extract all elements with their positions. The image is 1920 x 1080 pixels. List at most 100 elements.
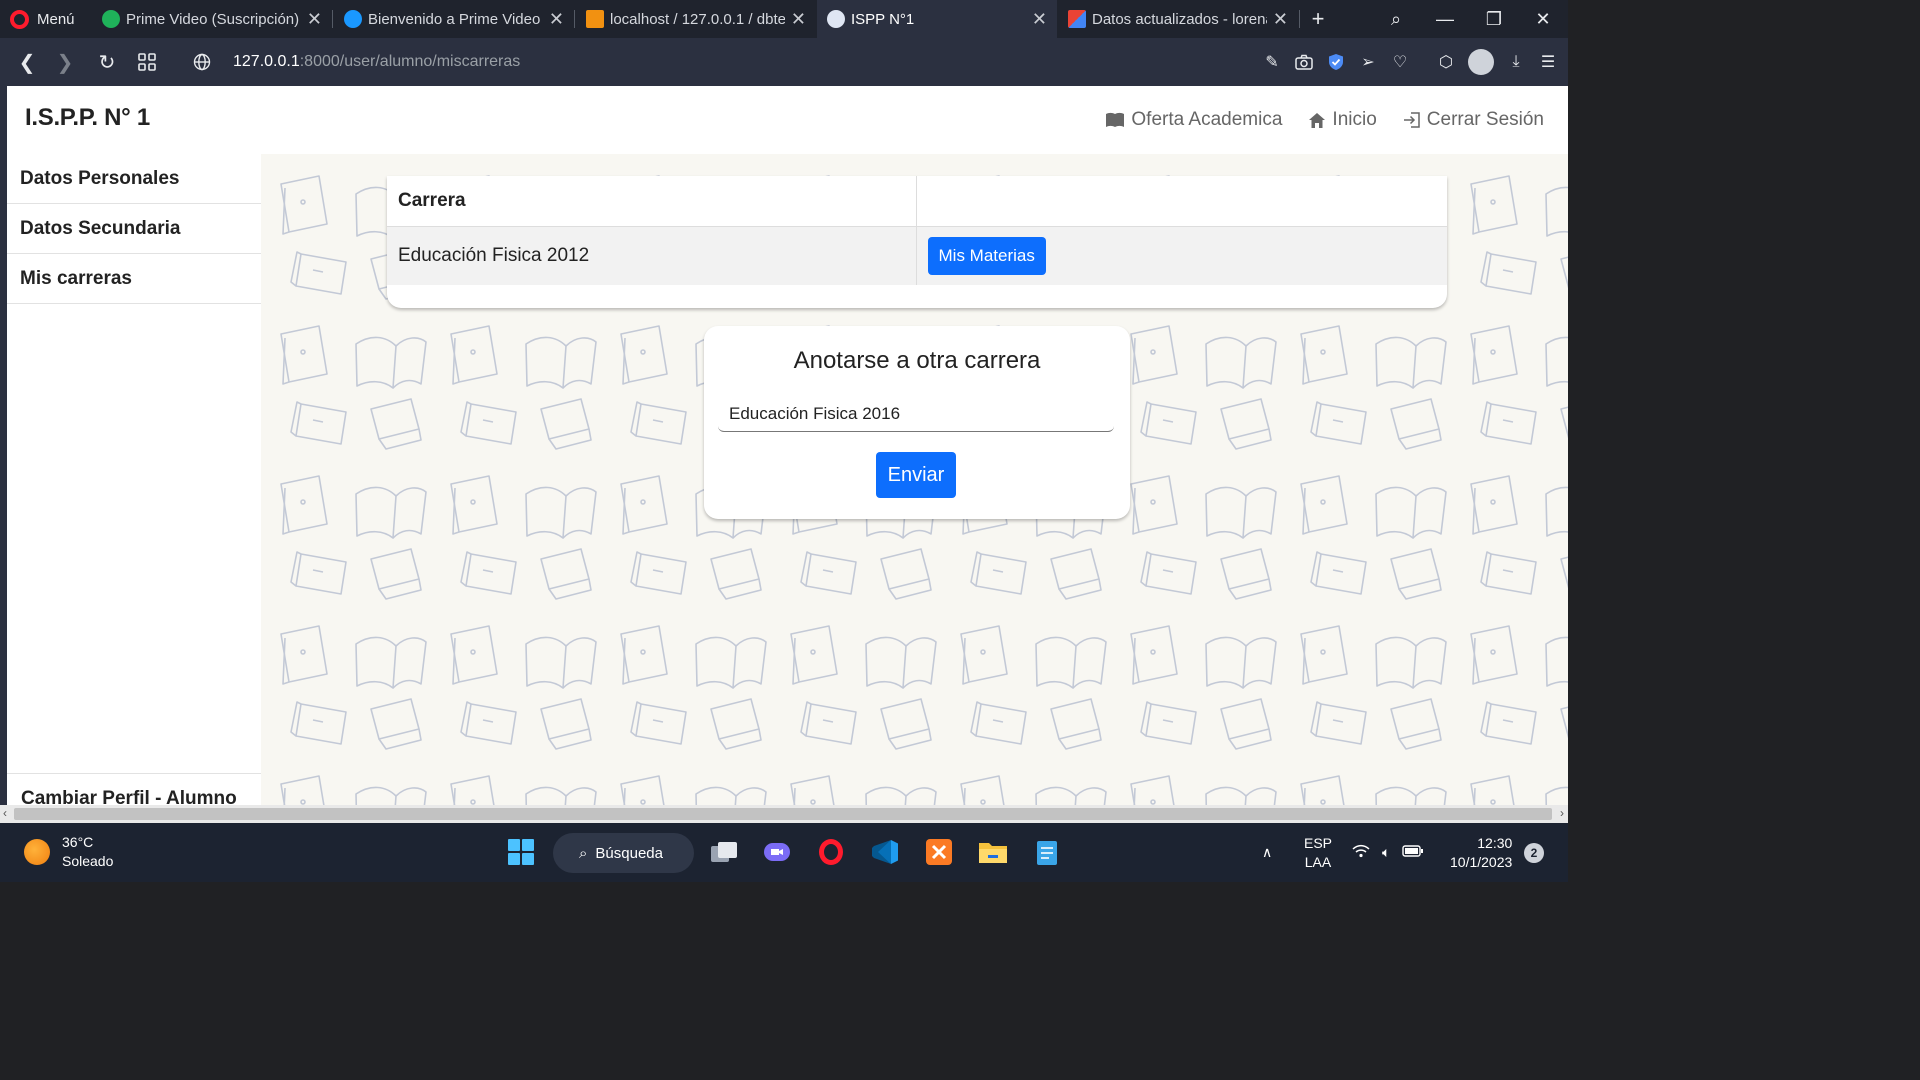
notepad-icon[interactable]	[1030, 835, 1064, 869]
close-tab-icon[interactable]: ✕	[307, 9, 322, 30]
browser-tab-prime-video[interactable]: Bienvenido a Prime Video ✕	[334, 0, 574, 38]
taskbar-search-label: Búsqueda	[595, 844, 663, 862]
weather-temperature: 36°C	[62, 834, 94, 850]
system-tray[interactable]: 🔈︎	[1352, 823, 1424, 882]
close-tab-icon[interactable]: ✕	[1032, 9, 1047, 30]
clock-time: 12:30	[1477, 835, 1513, 851]
chat-camera-icon[interactable]	[760, 835, 794, 869]
sun-icon	[24, 839, 50, 865]
weather-condition: Soleado	[62, 853, 114, 869]
share-edit-icon[interactable]: ✎	[1262, 52, 1282, 72]
close-tab-icon[interactable]: ✕	[549, 9, 564, 30]
search-icon: ⌕	[579, 844, 588, 862]
url-path: :8000/user/alumno/miscarreras	[299, 53, 521, 70]
play-icon	[102, 10, 120, 28]
tab-divider	[574, 10, 575, 28]
scrollbar-thumb[interactable]	[14, 808, 1552, 820]
forward-arrow-icon[interactable]: ❯	[48, 38, 82, 86]
book-icon	[1106, 112, 1125, 127]
weather-widget[interactable]: 36°C Soleado	[24, 833, 113, 871]
enroll-form-title: Anotarse a otra carrera	[793, 347, 1041, 374]
nav-oferta-label: Oferta Academica	[1131, 109, 1283, 130]
restore-window-icon[interactable]: ❐	[1472, 0, 1516, 38]
table-row: Educación Fisica 2012 Mis Materias	[387, 226, 1447, 285]
camera-snapshot-icon[interactable]	[1294, 52, 1314, 72]
horizontal-scrollbar[interactable]: ‹ ›	[0, 805, 1568, 823]
vpn-shield-icon[interactable]	[1326, 52, 1346, 72]
sidebar-item-mis-carreras[interactable]: Mis carreras	[7, 254, 261, 304]
browser-tab-gmail[interactable]: Datos actualizados - lorena ✕	[1058, 0, 1298, 38]
nav-cerrar-label: Cerrar Sesión	[1426, 109, 1544, 130]
opera-menu-button[interactable]: Menú	[10, 0, 75, 38]
career-name-cell: Educación Fisica 2012	[387, 226, 916, 285]
opera-taskbar-icon[interactable]	[814, 835, 848, 869]
minimize-window-icon[interactable]: —	[1423, 0, 1467, 38]
taskbar-clock[interactable]: 12:30 10/1/2023	[1450, 834, 1512, 872]
download-icon[interactable]: ⤓	[1506, 52, 1526, 72]
browser-tab-ispp[interactable]: ISPP N°1 ✕	[817, 0, 1057, 38]
scroll-right-icon[interactable]: ›	[1560, 806, 1564, 820]
send-flow-icon[interactable]: ➢	[1358, 52, 1378, 72]
enroll-career-card: Anotarse a otra carrera Educación Fisica…	[704, 326, 1130, 519]
new-tab-plus-icon[interactable]: +	[1296, 0, 1340, 38]
nav-inicio[interactable]: Inicio	[1308, 109, 1377, 131]
tab-title: Prime Video (Suscripción) -	[126, 10, 301, 28]
table-header-row: Carrera	[387, 176, 1447, 227]
tab-search-icon[interactable]: ⌕	[1374, 0, 1418, 38]
keyboard-language[interactable]: ESP LAA	[1304, 834, 1332, 872]
logout-icon	[1403, 112, 1420, 128]
profile-avatar-icon[interactable]	[1468, 49, 1494, 75]
enviar-button[interactable]: Enviar	[876, 452, 956, 498]
globe-site-info-icon[interactable]	[185, 38, 219, 86]
heart-pinboard-icon[interactable]: ♡	[1390, 52, 1410, 72]
site-header: I.S.P.P. N° 1 Oferta Academica Inicio Ce…	[7, 86, 1568, 154]
taskbar-search[interactable]: ⌕ Búsqueda	[553, 833, 694, 873]
browser-tab-phpmyadmin[interactable]: localhost / 127.0.0.1 / dbte ✕	[576, 0, 816, 38]
close-tab-icon[interactable]: ✕	[791, 9, 806, 30]
mis-materias-button[interactable]: Mis Materias	[927, 236, 1046, 275]
browser-tab-bar: Menú Prime Video (Suscripción) - ✕ Bienv…	[0, 0, 1568, 38]
browser-address-bar: ❮ ❯ ↻ 127.0.0.1:8000/user/alumno/miscarr…	[0, 38, 1568, 86]
browser-toolbar: ✎ ➢ ♡ ⬡ ⤓ ☰	[1262, 38, 1558, 86]
windows-taskbar: 36°C Soleado ⌕ Búsqueda ∧ ESP LAA 🔈︎ 12:…	[0, 823, 1568, 882]
task-view-icon[interactable]	[707, 835, 741, 869]
close-tab-icon[interactable]: ✕	[1273, 9, 1288, 30]
top-navigation: Oferta Academica Inicio Cerrar Sesión	[1105, 86, 1544, 154]
prime-video-icon	[344, 10, 362, 28]
nav-cerrar-sesion[interactable]: Cerrar Sesión	[1403, 109, 1544, 131]
vscode-icon[interactable]	[868, 835, 902, 869]
url-field[interactable]: 127.0.0.1:8000/user/alumno/miscarreras	[233, 38, 520, 86]
notification-count-badge[interactable]: 2	[1524, 843, 1544, 863]
career-actions-cell: Mis Materias	[915, 226, 1447, 285]
windows-start-icon[interactable]	[504, 835, 538, 869]
career-select[interactable]: Educación Fisica 2016	[718, 396, 1114, 432]
scroll-left-icon[interactable]: ‹	[3, 806, 7, 820]
column-header-carrera: Carrera	[387, 176, 916, 227]
main-content: Carrera Educación Fisica 2012 Mis Materi…	[261, 154, 1568, 823]
extensions-cube-icon[interactable]: ⬡	[1436, 52, 1456, 72]
gmail-icon	[1068, 10, 1086, 28]
tab-title: Datos actualizados - lorena	[1092, 10, 1267, 28]
sidebar: Datos Personales Datos Secundaria Mis ca…	[7, 154, 261, 823]
window-edge	[0, 86, 7, 823]
xampp-icon[interactable]	[922, 835, 956, 869]
column-header-actions	[915, 176, 1447, 227]
sidebar-item-datos-secundaria[interactable]: Datos Secundaria	[7, 204, 261, 254]
site-brand[interactable]: I.S.P.P. N° 1	[25, 104, 150, 132]
reload-icon[interactable]: ↻	[90, 38, 124, 86]
show-hidden-icons-chevron-icon[interactable]: ∧	[1262, 823, 1272, 882]
browser-tab-prime-video-subscription[interactable]: Prime Video (Suscripción) - ✕	[92, 0, 332, 38]
speed-dial-grid-icon[interactable]	[130, 38, 164, 86]
volume-icon: 🔈︎	[1382, 844, 1391, 860]
wifi-icon	[1352, 844, 1370, 861]
file-explorer-icon[interactable]	[976, 835, 1010, 869]
url-host: 127.0.0.1	[233, 53, 300, 70]
nav-inicio-label: Inicio	[1332, 109, 1377, 130]
easy-setup-menu-icon[interactable]: ☰	[1538, 52, 1558, 72]
back-arrow-icon[interactable]: ❮	[10, 38, 44, 86]
close-window-icon[interactable]: ✕	[1521, 0, 1565, 38]
clock-date: 10/1/2023	[1450, 854, 1513, 870]
nav-oferta-academica[interactable]: Oferta Academica	[1105, 109, 1282, 131]
web-page: I.S.P.P. N° 1 Oferta Academica Inicio Ce…	[7, 86, 1568, 823]
sidebar-item-datos-personales[interactable]: Datos Personales	[7, 154, 261, 204]
